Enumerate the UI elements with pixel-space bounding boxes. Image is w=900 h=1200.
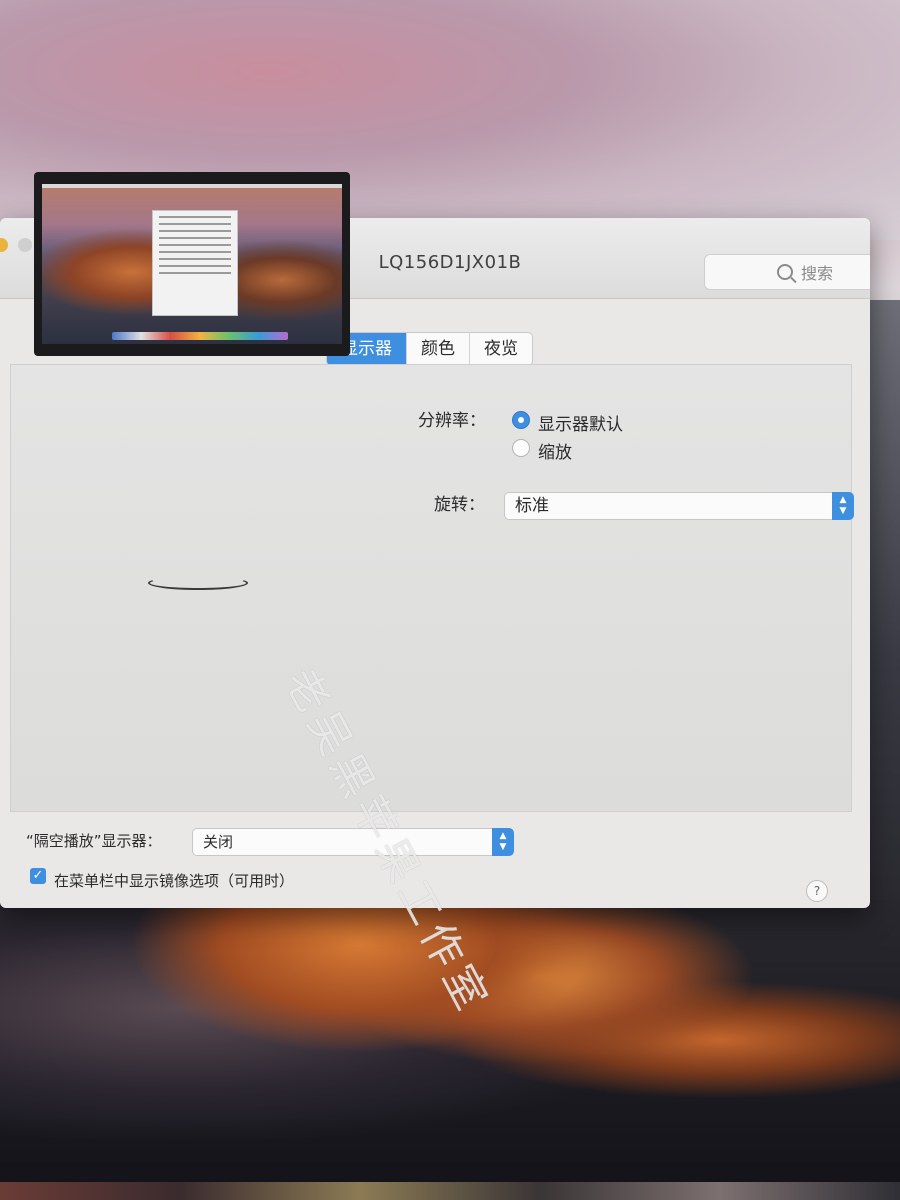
- mirroring-option-label[interactable]: 在菜单栏中显示镜像选项（可用时）: [54, 870, 294, 891]
- zoom-button[interactable]: [18, 238, 32, 252]
- search-placeholder: 搜索: [801, 264, 834, 283]
- rotation-value: 标准: [515, 496, 549, 516]
- search-input[interactable]: 搜索: [704, 254, 870, 290]
- resolution-label: 分辨率：: [418, 411, 486, 431]
- resolution-default-label[interactable]: 显示器默认: [538, 410, 623, 435]
- airplay-label: “隔空播放”显示器：: [26, 832, 162, 850]
- resolution-scaled-radio[interactable]: [512, 439, 530, 457]
- minimize-button[interactable]: [0, 238, 8, 252]
- stepper-icon: ▲ ▼: [832, 492, 854, 520]
- settings-panel: [10, 364, 852, 812]
- checkmark-icon: ✓: [32, 868, 44, 883]
- resolution-default-radio[interactable]: [512, 411, 530, 429]
- rotation-select[interactable]: 标准 ▲ ▼: [504, 492, 854, 520]
- preview-dock: [112, 332, 288, 340]
- tab-night-shift[interactable]: 夜览: [469, 333, 532, 365]
- help-icon[interactable]: ?: [806, 880, 828, 902]
- display-preview-screen: [42, 184, 342, 344]
- resolution-scaled-label[interactable]: 缩放: [538, 438, 572, 463]
- display-preview: [34, 172, 350, 356]
- tab-bar: 显示器 颜色 夜览: [326, 332, 533, 366]
- tab-color[interactable]: 颜色: [406, 333, 469, 365]
- preview-menubar: [42, 184, 342, 188]
- preview-window: [152, 210, 238, 316]
- display-preview-stand: [148, 576, 248, 590]
- airplay-value: 关闭: [203, 833, 234, 851]
- search-icon: [777, 264, 793, 280]
- stepper-icon: ▲ ▼: [492, 828, 514, 856]
- dock[interactable]: [0, 1182, 900, 1200]
- rotation-label: 旋转：: [434, 495, 485, 515]
- mirroring-checkbox[interactable]: ✓: [30, 868, 46, 884]
- window-title: LQ156D1JX01B: [378, 252, 522, 273]
